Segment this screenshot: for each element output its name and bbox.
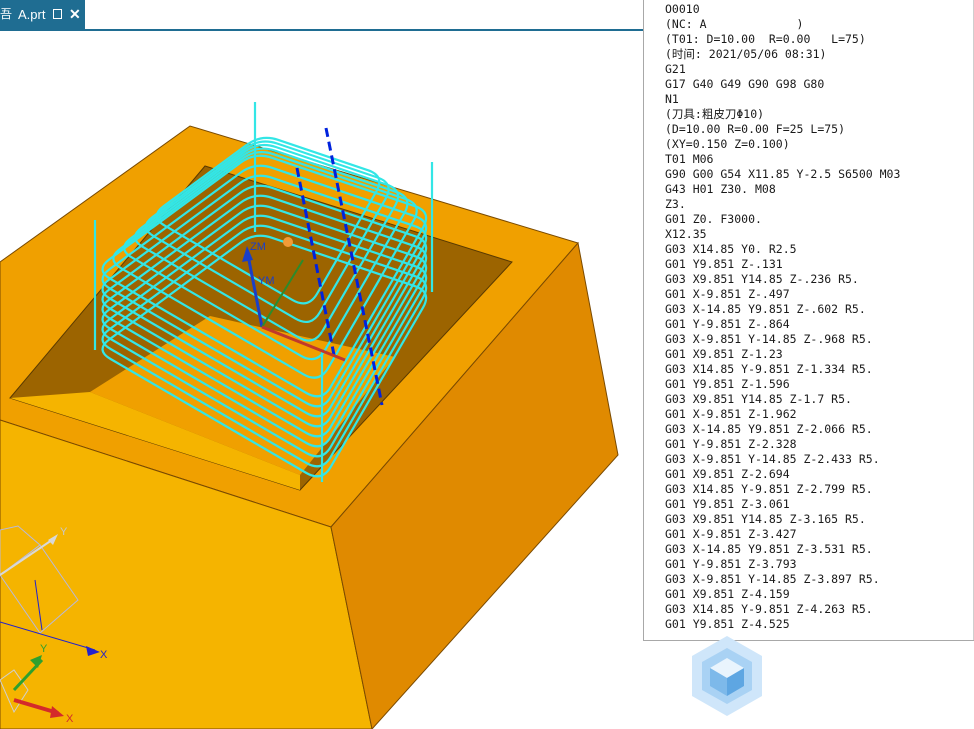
nc-line: X12.35 [665,227,707,241]
tab-title: A.prt [18,7,46,22]
nc-line: T01 M06 [665,152,714,166]
nc-line: G01 Y9.851 Z-1.596 [665,377,790,391]
nc-line: G03 X-14.85 Y9.851 Z-2.066 R5. [665,422,873,436]
nc-line: G17 G40 G49 G90 G98 G80 [665,77,825,91]
nc-line: G43 H01 Z30. M08 [665,182,776,196]
nc-line: G01 Y9.851 Z-3.061 [665,497,790,511]
nc-line: G01 X9.851 Z-4.159 [665,587,790,601]
tool-triad-label-ym: YM [258,275,275,287]
nc-line: (D=10.00 R=0.00 F=25 L=75) [665,122,846,136]
nc-line: G03 X-14.85 Y9.851 Z-.602 R5. [665,302,866,316]
nc-line: (刀具:粗皮刀Φ10) [665,107,765,121]
nc-line: G01 Z0. F3000. [665,212,762,226]
nc-line: G03 X14.85 Y-9.851 Z-2.799 R5. [665,482,873,496]
close-icon[interactable]: ✕ [69,6,81,22]
nc-line: G03 X-9.851 Y-14.85 Z-2.433 R5. [665,452,880,466]
nc-line: G01 X-9.851 Z-3.427 [665,527,797,541]
tab-a-prt[interactable]: 吾 A.prt ✕ [0,0,85,30]
nc-line: N1 [665,92,679,106]
nc-line: G01 X9.851 Z-1.23 [665,347,783,361]
absolute-x-label: X [66,713,74,725]
nc-line: (时间: 2021/05/06 08:31) [665,47,827,61]
nc-line: G03 X9.851 Y14.85 Z-3.165 R5. [665,512,866,526]
nc-line: G03 X-9.851 Y-14.85 Z-.968 R5. [665,332,873,346]
nc-line: G01 X-9.851 Z-1.962 [665,407,797,421]
nc-line: (NC: A ) [665,17,804,31]
save-icon[interactable] [53,9,62,19]
nc-line: G03 X14.85 Y0. R2.5 [665,242,797,256]
nc-line: G01 Y9.851 Z-4.525 [665,617,790,631]
wcs-x-label: X [100,649,108,661]
tool-triad-label-zm: ZM [250,241,266,253]
origin-marker-icon [283,237,293,247]
tab-underline [0,29,645,31]
nc-line: G01 X-9.851 Z-.497 [665,287,790,301]
nc-line: G01 Y-9.851 Z-.864 [665,317,790,331]
absolute-y-label: Y [40,643,48,655]
nc-line: G03 X9.851 Y14.85 Z-1.7 R5. [665,392,852,406]
nc-line: Z3. [665,197,686,211]
nc-line: O0010 [665,2,700,16]
cube-hexagon-logo-icon [692,636,762,716]
nc-line: (XY=0.150 Z=0.100) [665,137,790,151]
nc-program-panel[interactable]: O0010 (NC: A ) (T01: D=10.00 R=0.00 L=75)(… [643,0,974,641]
nc-line: G01 X9.851 Z-2.694 [665,467,790,481]
nc-line: G03 X-9.851 Y-14.85 Z-3.897 R5. [665,572,880,586]
nc-line: G01 Y9.851 Z-.131 [665,257,783,271]
nc-line: G01 Y-9.851 Z-3.793 [665,557,797,571]
nc-line: G03 X-14.85 Y9.851 Z-3.531 R5. [665,542,873,556]
wcs-y-label: Y [60,526,68,538]
nc-line: G03 X14.85 Y-9.851 Z-4.263 R5. [665,602,873,616]
tab-glyph: 吾 [0,7,13,21]
nc-line: G03 X9.851 Y14.85 Z-.236 R5. [665,272,859,286]
nc-line: G21 [665,62,686,76]
nc-line: G03 X14.85 Y-9.851 Z-1.334 R5. [665,362,873,376]
nc-program-lines: O0010 (NC: A ) (T01: D=10.00 R=0.00 L=75)(… [665,2,900,632]
nc-line: G90 G00 G54 X11.85 Y-2.5 S6500 M03 [665,167,901,181]
nc-line: G01 Y-9.851 Z-2.328 [665,437,797,451]
nc-line: (T01: D=10.00 R=0.00 L=75) [665,32,866,46]
